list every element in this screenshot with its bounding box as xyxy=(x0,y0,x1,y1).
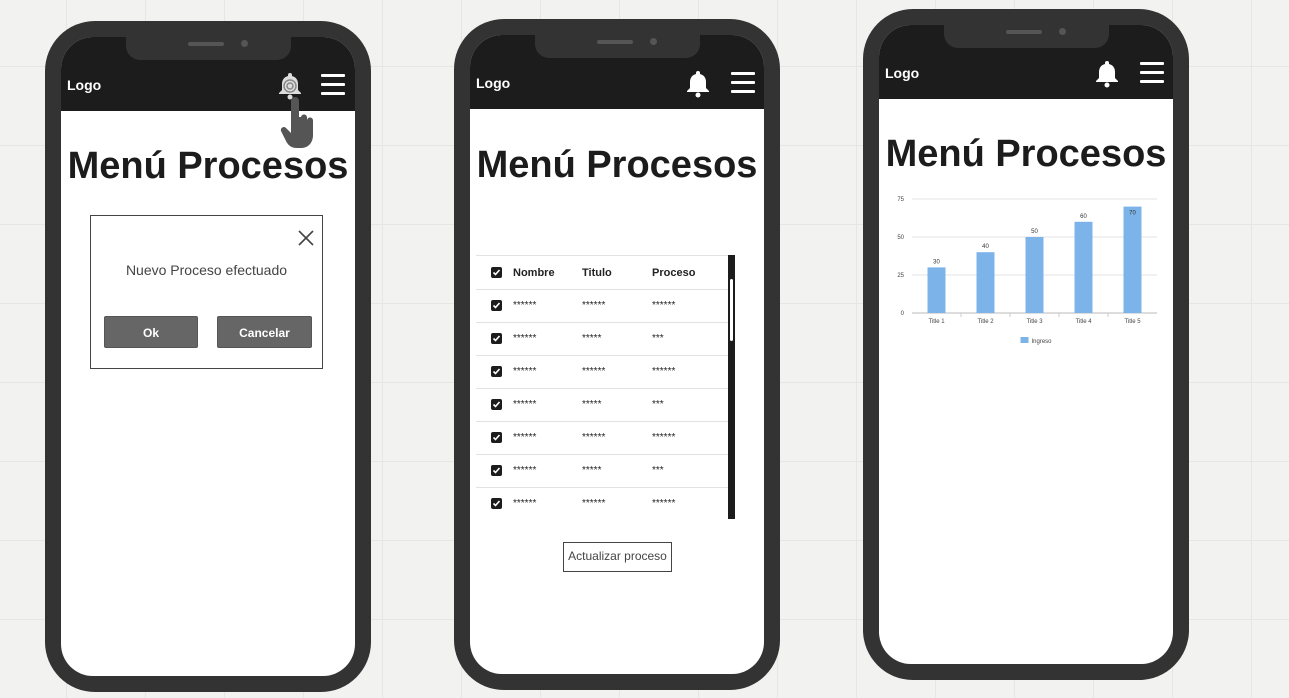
column-header-nombre[interactable]: Nombre xyxy=(513,267,555,279)
menu-icon[interactable] xyxy=(321,74,345,101)
phone-notch xyxy=(126,37,291,60)
x-tick-label: Title 4 xyxy=(1075,319,1092,325)
data-label: 70 xyxy=(1129,211,1136,217)
cell-nombre: ****** xyxy=(513,399,537,410)
cell-nombre: ****** xyxy=(513,300,537,311)
x-tick-label: Title 5 xyxy=(1124,319,1141,325)
logo[interactable]: Logo xyxy=(885,65,919,81)
checkbox-icon[interactable] xyxy=(491,432,502,443)
checkbox-icon[interactable] xyxy=(491,399,502,410)
update-process-button[interactable]: Actualizar proceso xyxy=(563,542,672,572)
data-label: 50 xyxy=(1031,229,1038,235)
bar xyxy=(1025,237,1044,313)
x-tick-label: Title 2 xyxy=(977,319,994,325)
table-row[interactable]: ****** ****** ****** xyxy=(476,355,728,389)
table-row[interactable]: ****** ****** ****** xyxy=(476,487,728,520)
dialog-message: Nuevo Proceso efectuado xyxy=(125,262,288,278)
cell-titulo: ****** xyxy=(582,366,606,377)
page-title: Menú Procesos xyxy=(67,145,349,187)
phone-mockup-3: Logo Menú Procesos 0 25 50 75 30 Title 1 40 Tit… xyxy=(863,9,1189,680)
cell-titulo: ****** xyxy=(582,432,606,443)
scrollbar-thumb[interactable] xyxy=(730,279,733,341)
cell-proceso: *** xyxy=(652,399,664,410)
checkbox-icon[interactable] xyxy=(491,498,502,509)
cell-nombre: ****** xyxy=(513,498,537,509)
logo[interactable]: Logo xyxy=(67,77,101,93)
close-icon[interactable] xyxy=(296,228,316,248)
bell-icon[interactable] xyxy=(683,68,713,98)
cell-proceso: *** xyxy=(652,465,664,476)
bar xyxy=(976,252,995,313)
phone-screen-2: Logo Menú Procesos Nombre Titulo Proceso… xyxy=(470,35,764,674)
cancel-button[interactable]: Cancelar xyxy=(217,316,312,348)
bar xyxy=(1074,221,1093,313)
bell-icon[interactable] xyxy=(1092,58,1122,88)
legend-swatch xyxy=(1020,337,1029,343)
cell-proceso: ****** xyxy=(652,366,676,377)
menu-icon[interactable] xyxy=(1140,62,1164,89)
checkbox-icon[interactable] xyxy=(491,267,502,278)
cell-proceso: ****** xyxy=(652,432,676,443)
checkbox-icon[interactable] xyxy=(491,333,502,344)
checkbox-icon[interactable] xyxy=(491,366,502,377)
table-row[interactable]: ****** ****** ****** xyxy=(476,421,728,455)
data-label: 60 xyxy=(1080,214,1087,220)
x-tick-label: Title 3 xyxy=(1026,319,1043,325)
logo[interactable]: Logo xyxy=(476,75,510,91)
checkbox-icon[interactable] xyxy=(491,465,502,476)
column-header-proceso[interactable]: Proceso xyxy=(652,267,695,279)
page-title: Menú Procesos xyxy=(885,133,1167,175)
y-tick-label: 75 xyxy=(897,197,904,203)
phone-mockup-1: Logo Menú Procesos Nuevo Proceso efectua… xyxy=(45,21,371,692)
table-scrollbar[interactable] xyxy=(728,255,735,519)
bar xyxy=(1123,206,1142,313)
phone-notch xyxy=(944,25,1109,48)
cell-nombre: ****** xyxy=(513,366,537,377)
process-table: Nombre Titulo Proceso ****** ****** ****… xyxy=(476,255,736,519)
cell-proceso: *** xyxy=(652,333,664,344)
cell-titulo: ****** xyxy=(582,300,606,311)
y-tick-label: 25 xyxy=(897,273,904,279)
y-tick-label: 0 xyxy=(901,311,905,317)
cell-proceso: ****** xyxy=(652,300,676,311)
table-header-row: Nombre Titulo Proceso xyxy=(476,255,728,290)
phone-screen-1: Logo Menú Procesos Nuevo Proceso efectua… xyxy=(61,37,355,676)
cell-titulo: ***** xyxy=(582,333,602,344)
x-tick-label: Title 1 xyxy=(928,319,945,325)
cell-nombre: ****** xyxy=(513,432,537,443)
data-label: 30 xyxy=(933,259,940,265)
table-row[interactable]: ****** ***** *** xyxy=(476,322,728,356)
phone-screen-3: Logo Menú Procesos 0 25 50 75 30 Title 1 40 Tit… xyxy=(879,25,1173,664)
phone-notch xyxy=(535,35,700,58)
phone-mockup-2: Logo Menú Procesos Nombre Titulo Proceso… xyxy=(454,19,780,690)
bar xyxy=(927,267,946,313)
data-label: 40 xyxy=(982,244,989,250)
cell-nombre: ****** xyxy=(513,465,537,476)
column-header-titulo[interactable]: Titulo xyxy=(582,267,612,279)
legend-label: Ingreso xyxy=(1032,339,1053,345)
notification-dialog: Nuevo Proceso efectuado Ok Cancelar xyxy=(90,215,323,369)
bar-chart: 0 25 50 75 30 Title 1 40 Title 2 50 Title 3 60 Titl… xyxy=(897,197,1157,345)
table-row[interactable]: ****** ***** *** xyxy=(476,388,728,422)
y-tick-label: 50 xyxy=(897,235,904,241)
cell-proceso: ****** xyxy=(652,498,676,509)
cell-titulo: ***** xyxy=(582,465,602,476)
cell-nombre: ****** xyxy=(513,333,537,344)
table-row[interactable]: ****** ****** ****** xyxy=(476,289,728,323)
cell-titulo: ****** xyxy=(582,498,606,509)
page-title: Menú Procesos xyxy=(476,144,758,186)
ok-button[interactable]: Ok xyxy=(104,316,198,348)
checkbox-icon[interactable] xyxy=(491,300,502,311)
menu-icon[interactable] xyxy=(731,72,755,99)
table-row[interactable]: ****** ***** *** xyxy=(476,454,728,488)
cell-titulo: ***** xyxy=(582,399,602,410)
